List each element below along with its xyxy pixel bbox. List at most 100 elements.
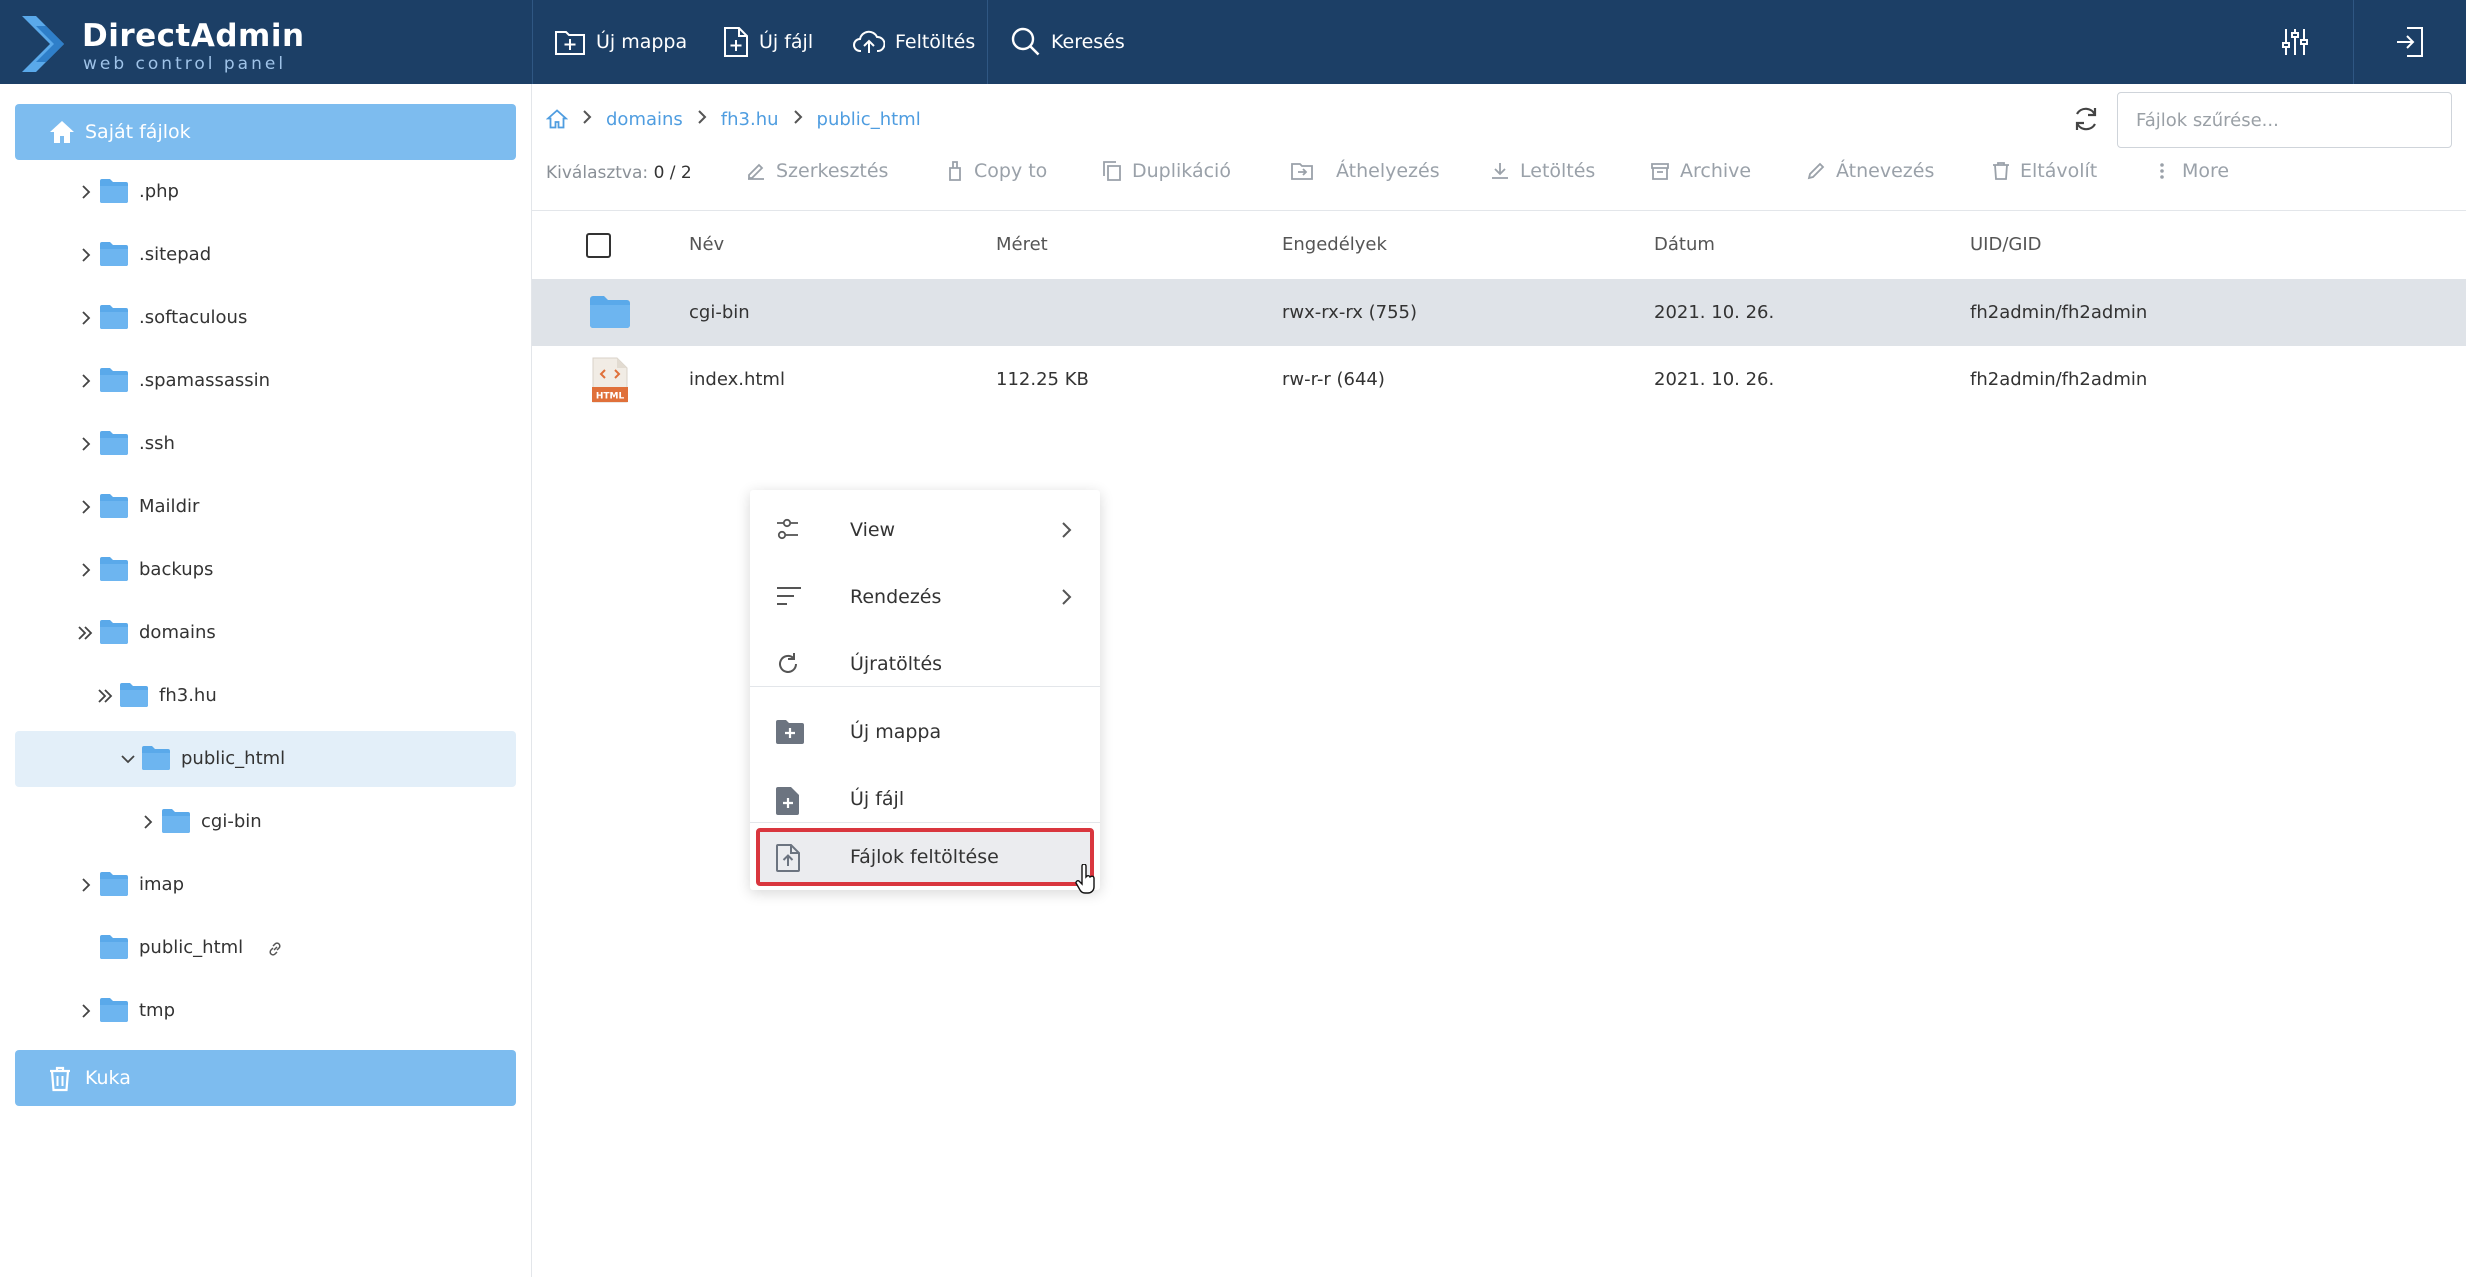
sidebar-folder-item[interactable]: public_html <box>15 920 516 976</box>
sidebar-folder-label: tmp <box>139 1000 176 1021</box>
table-row[interactable]: cgi-bin rwx-rx-rx (755) 2021. 10. 26. fh… <box>532 279 2466 346</box>
search-button[interactable]: Keresés <box>1011 0 1125 84</box>
sidebar-folder-item[interactable]: cgi-bin <box>15 794 516 850</box>
sidebar-folder-label: backups <box>139 559 214 580</box>
chevron-right-icon <box>582 109 592 130</box>
column-name[interactable]: Név <box>689 234 724 255</box>
logo-subtitle: web control panel <box>83 54 287 74</box>
column-uid-gid[interactable]: UID/GID <box>1970 234 2042 255</box>
chevron-right-icon[interactable] <box>77 498 95 516</box>
folder-icon <box>100 872 128 896</box>
folder-icon <box>100 179 128 203</box>
sidebar-folder-item[interactable]: fh3.hu <box>15 668 516 724</box>
sidebar-folder-item[interactable]: Maildir <box>15 479 516 535</box>
sidebar-folder-item[interactable]: .spamassassin <box>15 353 516 409</box>
top-bar: DirectAdmin web control panel Új mappa Ú… <box>0 0 2466 84</box>
chevron-right-icon[interactable] <box>77 876 95 894</box>
sidebar-folder-item[interactable]: .ssh <box>15 416 516 472</box>
new-folder-button[interactable]: Új mappa <box>554 0 687 84</box>
double-chevron-right-icon[interactable] <box>97 687 115 705</box>
sidebar-home-label: Saját fájlok <box>85 121 191 143</box>
more-vertical-icon <box>2160 163 2164 179</box>
file-name[interactable]: index.html <box>689 369 785 390</box>
download-button[interactable]: Letöltés <box>1490 160 1595 182</box>
file-name[interactable]: cgi-bin <box>689 302 750 323</box>
column-date[interactable]: Dátum <box>1654 234 1715 255</box>
new-file-label: Új fájl <box>759 31 814 53</box>
logo[interactable]: DirectAdmin web control panel <box>22 16 304 74</box>
copy-to-label: Copy to <box>974 160 1048 182</box>
chevron-right-icon[interactable] <box>77 309 95 327</box>
more-button[interactable]: More <box>2158 160 2229 182</box>
chevron-right-icon <box>1062 589 1072 605</box>
column-permissions[interactable]: Engedélyek <box>1282 234 1387 255</box>
context-menu-new-file[interactable]: Új fájl <box>750 767 1100 833</box>
logout-icon <box>2397 27 2423 57</box>
new-file-button[interactable]: Új fájl <box>723 0 813 84</box>
logout-button[interactable] <box>2395 0 2425 84</box>
table-header: Név Méret Engedélyek Dátum UID/GID <box>532 211 2466 279</box>
archive-button[interactable]: Archive <box>1650 160 1751 182</box>
column-size[interactable]: Méret <box>996 234 1048 255</box>
breadcrumb-item[interactable]: fh3.hu <box>721 109 779 130</box>
table-row[interactable]: HTML index.html 112.25 KB rw-r-r (644) 2… <box>532 346 2466 413</box>
context-menu-sort-label: Rendezés <box>850 586 942 608</box>
move-label: Áthelyezés <box>1336 160 1440 182</box>
sidebar-folder-item[interactable]: .php <box>15 164 516 220</box>
home-icon[interactable] <box>546 109 568 129</box>
upload-button[interactable]: Feltöltés <box>853 0 975 84</box>
breadcrumb-item[interactable]: domains <box>606 109 683 130</box>
trash-icon <box>1993 162 2009 180</box>
context-menu-view[interactable]: View <box>750 498 1100 564</box>
topbar-divider <box>532 0 533 84</box>
folder-icon <box>162 809 190 833</box>
chevron-right-icon[interactable] <box>77 372 95 390</box>
sidebar-folder-item[interactable]: public_html <box>15 731 516 787</box>
file-date: 2021. 10. 26. <box>1654 369 1775 390</box>
sidebar-folder-item[interactable]: .sitepad <box>15 227 516 283</box>
sidebar-trash[interactable]: Kuka <box>15 1050 516 1106</box>
chevron-right-icon[interactable] <box>139 813 157 831</box>
refresh-button[interactable] <box>2073 106 2099 136</box>
archive-icon <box>1651 163 1669 180</box>
context-menu: View Rendezés Újratöltés Új mappa Új fáj… <box>750 490 1100 890</box>
file-uid-gid: fh2admin/fh2admin <box>1970 369 2148 390</box>
duplicate-button[interactable]: Duplikáció <box>1102 160 1231 182</box>
sidebar-folder-item[interactable]: tmp <box>15 983 516 1039</box>
file-permissions[interactable]: rw-r-r (644) <box>1282 369 1385 390</box>
sidebar-folder-label: fh3.hu <box>159 685 217 706</box>
edit-button[interactable]: Szerkesztés <box>746 160 888 182</box>
filter-input[interactable] <box>2117 92 2452 148</box>
chevron-right-icon[interactable] <box>77 1002 95 1020</box>
breadcrumb-item[interactable]: public_html <box>817 109 921 130</box>
copy-to-button[interactable]: Copy to <box>946 160 1047 182</box>
chevron-right-icon[interactable] <box>77 435 95 453</box>
archive-label: Archive <box>1680 160 1752 182</box>
move-button[interactable]: Áthelyezés <box>1290 160 1440 182</box>
double-chevron-right-icon[interactable] <box>77 624 95 642</box>
sliders-icon <box>2282 29 2308 55</box>
settings-button[interactable] <box>2282 0 2308 84</box>
sidebar-home[interactable]: Saját fájlok <box>15 104 516 160</box>
select-all-checkbox[interactable] <box>586 233 611 258</box>
chevron-right-icon[interactable] <box>77 183 95 201</box>
chevron-down-icon[interactable] <box>119 750 137 768</box>
chevron-right-icon[interactable] <box>77 561 95 579</box>
topbar-divider <box>987 0 988 84</box>
view-options-icon <box>777 518 798 540</box>
file-permissions[interactable]: rwx-rx-rx (755) <box>1282 302 1417 323</box>
file-size: 112.25 KB <box>996 369 1089 390</box>
chevron-right-icon[interactable] <box>77 246 95 264</box>
sidebar-folder-item[interactable]: .softaculous <box>15 290 516 346</box>
remove-button[interactable]: Eltávolít <box>1992 160 2097 182</box>
file-plus-icon <box>724 27 748 57</box>
sidebar-folder-item[interactable]: backups <box>15 542 516 598</box>
rename-button[interactable]: Átnevezés <box>1806 160 1934 182</box>
sidebar-folder-item[interactable]: imap <box>15 857 516 913</box>
edit-label: Szerkesztés <box>776 160 889 182</box>
context-menu-reload[interactable]: Újratöltés <box>750 632 1100 698</box>
context-menu-sort[interactable]: Rendezés <box>750 565 1100 631</box>
context-menu-new-folder[interactable]: Új mappa <box>750 700 1100 766</box>
sidebar-folder-item[interactable]: domains <box>15 605 516 661</box>
context-menu-upload-files[interactable]: Fájlok feltöltése <box>756 828 1094 886</box>
